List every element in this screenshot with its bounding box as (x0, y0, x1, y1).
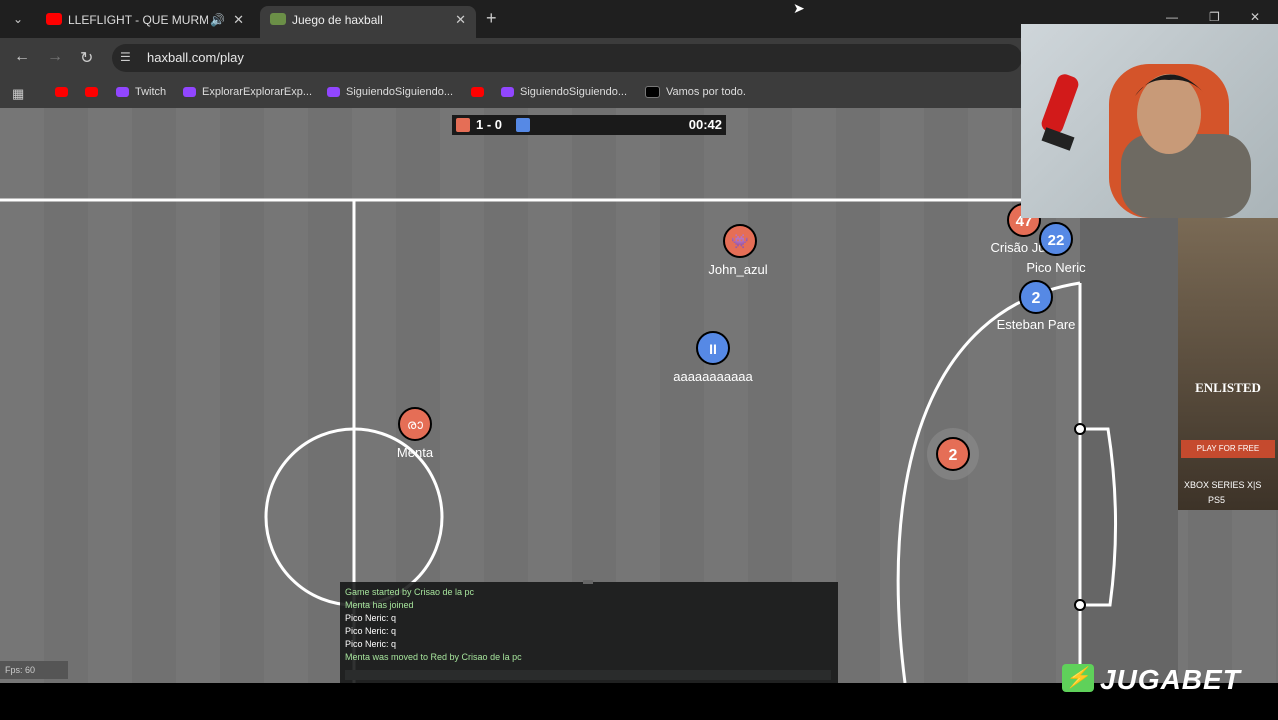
twitch-icon (183, 87, 196, 98)
close-tab-icon[interactable]: ✕ (233, 6, 244, 34)
player-name: John_azul (708, 262, 767, 277)
chat-input[interactable] (345, 670, 831, 680)
sponsor-logo: ⚡ JUGABET (1062, 664, 1258, 698)
restore-icon[interactable]: ❐ (1209, 10, 1220, 24)
chat-line: Game started by Crisao de la pc (345, 587, 475, 597)
ad-platform: PS5 (1208, 495, 1226, 505)
score: 1 - 0 (476, 117, 503, 132)
minimize-icon[interactable]: — (1166, 10, 1178, 24)
chat-line: Menta has joined (345, 600, 414, 610)
player-name: Crisão Ju (991, 240, 1046, 255)
tab-title: Juego de haxball (292, 13, 383, 27)
fps-counter: Fps: 60 (0, 661, 68, 679)
youtube-icon (55, 87, 68, 98)
sponsor-logo-text: JUGABET (1100, 664, 1241, 695)
ad-platform: XBOX SERIES X|S (1184, 480, 1262, 490)
bookmark-siguiendo-1[interactable]: SiguiendoSiguiendo... (327, 86, 453, 98)
player-avatar: രാ (407, 418, 423, 433)
bookmark-explorar[interactable]: ExplorarExplorarExp... (183, 86, 312, 98)
player-red-2: 2 (927, 428, 979, 480)
red-team-icon (456, 118, 470, 132)
bookmark-label: SiguiendoSiguiendo... (520, 86, 628, 98)
bookmark-label: ExplorarExplorarExp... (202, 86, 313, 98)
url-text: haxball.com/play (147, 50, 244, 65)
twitch-icon (116, 87, 129, 98)
twitch-icon (501, 87, 514, 98)
youtube-icon (85, 87, 98, 98)
chat-line: Pico Neric: q (345, 613, 397, 623)
player-name: aaaaaaaaaaa (673, 369, 753, 384)
youtube-icon (46, 13, 62, 25)
player-avatar: 2 (949, 447, 958, 464)
match-timer: 00:42 (688, 117, 722, 132)
chat-resize-handle[interactable] (583, 580, 593, 584)
bookmark-youtube-3[interactable] (471, 86, 490, 98)
mouse-cursor-icon: ➤ (793, 0, 805, 16)
forward-icon[interactable]: → (47, 48, 63, 66)
goal-post (1074, 423, 1086, 435)
youtube-icon (471, 87, 484, 98)
address-bar[interactable]: ☰ haxball.com/play (112, 44, 1022, 72)
webcam-overlay (1021, 24, 1278, 218)
bookmark-youtube-1[interactable] (55, 86, 74, 98)
tab-title: LLEFLIGHT - QUE MURMUR (68, 13, 208, 27)
scoreboard: 1 - 0 00:42 (452, 115, 726, 135)
player-avatar: 👾 (731, 233, 748, 249)
site-settings-icon[interactable]: ☰ (120, 50, 131, 64)
back-icon[interactable]: ← (14, 48, 30, 66)
bookmark-youtube-2[interactable] (85, 86, 104, 98)
chat-line: Pico Neric: q (345, 639, 397, 649)
bookmark-twitch[interactable]: Twitch (116, 86, 166, 98)
ad-play-button[interactable]: PLAY FOR FREE (1181, 440, 1275, 458)
player-menta: രാ Menta (397, 407, 434, 460)
tab-search-icon[interactable]: ⌄ (8, 9, 28, 29)
streamer-image (1041, 64, 1251, 218)
speaker-icon[interactable]: 🔊 (210, 6, 225, 34)
goal-post (1074, 599, 1086, 611)
player-name: Menta (397, 445, 434, 460)
player-name: Esteban Pare (997, 317, 1076, 332)
new-tab-icon[interactable]: + (486, 8, 497, 29)
x-icon (645, 86, 660, 99)
lightning-icon: ⚡ (1062, 664, 1094, 692)
chat-line: Pico Neric: q (345, 626, 397, 636)
close-window-icon[interactable]: ✕ (1250, 10, 1260, 24)
ad-title: ENLISTED (1195, 380, 1261, 395)
bookmark-siguiendo-2[interactable]: SiguiendoSiguiendo... (501, 86, 627, 98)
bookmark-x[interactable]: Vamos por todo. (645, 86, 746, 99)
bookmark-label: Twitch (135, 86, 167, 98)
haxball-icon (270, 13, 286, 25)
bookmark-label: Vamos por todo. (666, 86, 746, 98)
player-avatar: II (709, 341, 717, 357)
twitch-icon (327, 87, 340, 98)
reload-icon[interactable]: ↻ (80, 48, 93, 68)
chat-line: Menta was moved to Red by Crisao de la p… (345, 652, 522, 662)
chat-box: Game started by Crisao de la pc Menta ha… (340, 580, 838, 683)
bookmark-label: SiguiendoSiguiendo... (346, 86, 454, 98)
player-avatar: 2 (1032, 290, 1041, 307)
tab-haxball[interactable]: Juego de haxball ✕ (260, 6, 476, 38)
player-name: Pico Neric (1026, 260, 1086, 275)
close-tab-icon[interactable]: ✕ (455, 6, 466, 34)
apps-grid-icon[interactable]: ▦ (12, 86, 24, 102)
tab-youtube[interactable]: LLEFLIGHT - QUE MURMUR 🔊 ✕ (36, 6, 254, 38)
player-avatar: 22 (1048, 232, 1065, 249)
blue-team-icon (516, 118, 530, 132)
advertisement[interactable]: ENLISTED PLAY FOR FREE XBOX SERIES X|S P… (1178, 218, 1278, 510)
